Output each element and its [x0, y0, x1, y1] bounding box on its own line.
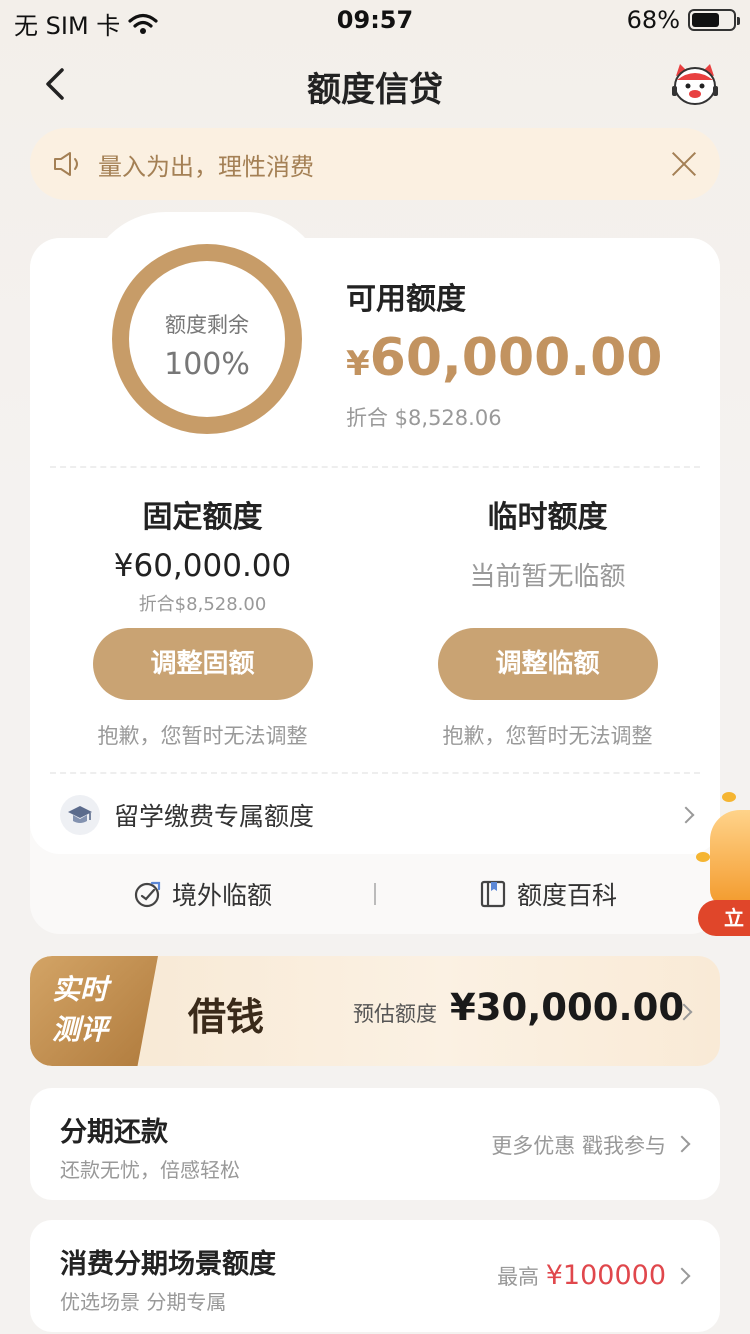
installment-subtitle: 还款无忧，倍感轻松	[60, 1158, 240, 1182]
temporary-limit-title: 临时额度	[487, 500, 608, 535]
fixed-limit-section: 固定额度 ¥60,000.00 折合$8,528.00 调整固额 抱歉，您暂时无…	[30, 492, 375, 750]
chevron-right-icon	[673, 1135, 691, 1153]
remaining-ring: 额度剩余 100%	[112, 244, 302, 434]
fixed-limit-conversion: 折合$8,528.00	[138, 594, 267, 615]
limit-encyclopedia-link[interactable]: 额度百科	[376, 876, 720, 912]
study-abroad-limit-row[interactable]: 留学缴费专属额度	[30, 784, 720, 846]
available-title: 可用额度	[346, 282, 466, 317]
ring-label: 额度剩余	[165, 313, 249, 337]
clock-plane-icon	[134, 881, 161, 908]
scene-limit-subtitle: 优选场景 分期专属	[60, 1290, 227, 1314]
battery-percent: 68%	[626, 6, 680, 34]
available-amount: ¥60,000.00	[346, 328, 662, 388]
notice-banner: 量入为出，理性消费	[30, 128, 720, 200]
available-conversion: 折合 $8,528.06	[346, 406, 502, 430]
credit-card-body: 额度剩余 100% 可用额度 ¥60,000.00 折合 $8,528.06 固…	[30, 212, 720, 854]
fixed-limit-title: 固定额度	[142, 500, 263, 535]
red-packet-bag-icon	[710, 810, 750, 906]
available-value: 60,000.00	[369, 328, 663, 388]
divider	[50, 772, 700, 774]
temporary-limit-hint: 抱歉，您暂时无法调整	[442, 724, 653, 748]
installment-title: 分期还款	[60, 1117, 168, 1148]
realtime-evaluation-text: 实时测评	[52, 973, 109, 1046]
adjust-temporary-limit-button[interactable]: 调整临额	[437, 628, 658, 700]
page-title: 额度信贷	[307, 70, 443, 110]
study-abroad-label: 留学缴费专属额度	[114, 802, 315, 831]
adjust-fixed-limit-button[interactable]: 调整固额	[92, 628, 313, 700]
fixed-limit-amount: ¥60,000.00	[113, 548, 292, 584]
scene-limit-card[interactable]: 消费分期场景额度 优选场景 分期专属 最高 ¥100000	[30, 1220, 720, 1332]
limit-encyclopedia-label: 额度百科	[516, 881, 617, 910]
estimate-label: 预估额度	[353, 1002, 437, 1026]
graduation-cap-icon	[60, 795, 100, 835]
overseas-temp-limit-label: 境外临额	[171, 881, 272, 910]
customer-service-mascot-icon[interactable]	[670, 62, 720, 108]
status-bar: 无 SIM 卡 09:57 68%	[0, 0, 750, 40]
borrow-banner[interactable]: 实时测评 借钱 预估额度 ¥30,000.00	[30, 956, 720, 1066]
book-icon	[480, 880, 506, 908]
battery-fill	[692, 13, 720, 27]
realtime-evaluation-tag: 实时测评	[30, 956, 158, 1066]
side-promo-widget[interactable]: 立	[696, 786, 750, 936]
ring-value: 100%	[164, 347, 250, 382]
credit-card: 额度剩余 100% 可用额度 ¥60,000.00 折合 $8,528.06 固…	[30, 212, 720, 934]
available-currency: ¥	[346, 344, 370, 384]
chevron-right-icon	[673, 1267, 691, 1285]
installment-card[interactable]: 分期还款 还款无忧，倍感轻松 更多优惠 戳我参与	[30, 1088, 720, 1200]
nav-bar: 额度信贷	[0, 50, 750, 120]
chevron-right-icon	[677, 806, 695, 824]
temporary-limit-empty: 当前暂无临额	[469, 562, 626, 592]
installment-promo-text: 更多优惠 戳我参与	[491, 1134, 666, 1158]
close-icon[interactable]	[670, 150, 698, 178]
overseas-temp-limit-link[interactable]: 境外临额	[30, 876, 374, 912]
battery-info: 68%	[626, 6, 740, 34]
notice-text: 量入为出，理性消费	[98, 152, 314, 181]
estimate-amount: ¥30,000.00	[450, 986, 685, 1029]
scene-limit-max-amount: ¥100000	[545, 1260, 666, 1291]
scene-limit-title: 消费分期场景额度	[60, 1249, 276, 1280]
credit-links: 境外临额 额度百科	[30, 854, 720, 934]
scene-limit-max-prefix: 最高	[497, 1265, 546, 1289]
promo-button-label: 立	[724, 906, 744, 930]
promo-button[interactable]: 立	[698, 900, 750, 936]
divider	[50, 466, 700, 468]
battery-icon	[688, 9, 740, 31]
speaker-icon	[54, 152, 78, 176]
scene-limit-max: 最高 ¥100000	[497, 1260, 666, 1291]
borrow-title: 借钱	[188, 995, 265, 1039]
temporary-limit-section: 临时额度 当前暂无临额 调整临额 抱歉，您暂时无法调整	[375, 492, 720, 750]
fixed-limit-hint: 抱歉，您暂时无法调整	[97, 724, 308, 748]
